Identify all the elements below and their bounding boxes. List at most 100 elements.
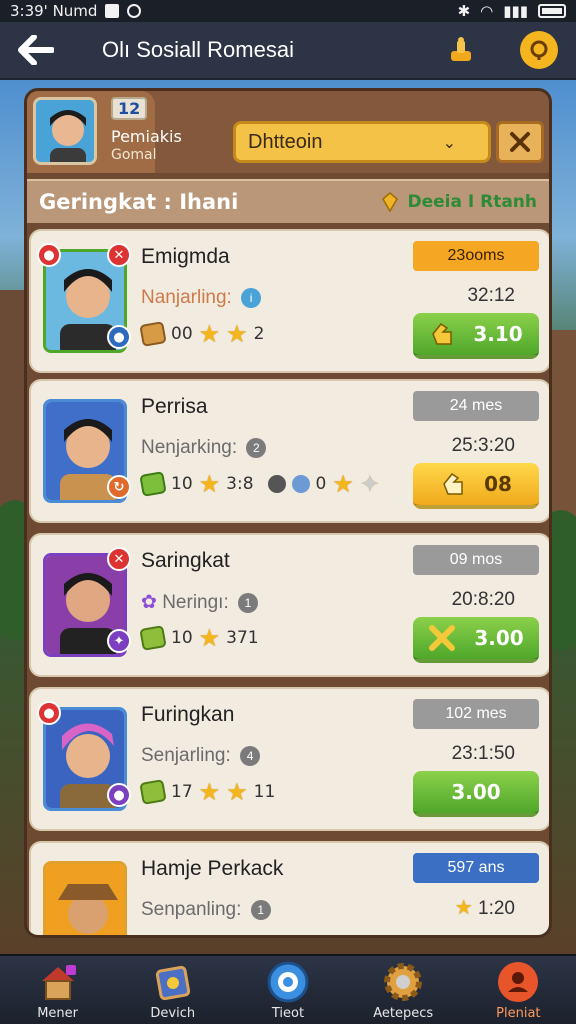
rank-label: Senjarling:: [141, 745, 231, 766]
top-bar: Olı Sosiall Romesai: [0, 22, 576, 80]
challenge-value: 3.10: [473, 322, 523, 346]
rank-number: 2: [246, 437, 267, 458]
player-timer: 20:8:20: [451, 589, 515, 610]
gem-icon: [382, 192, 399, 213]
close-icon: [510, 132, 530, 152]
player-stats: 17 ★ ★ 11: [139, 778, 275, 806]
profile-icon: [496, 960, 540, 1004]
player-rank: ✿ Neringı: 1: [141, 591, 259, 614]
silver-star-icon: ✦: [359, 470, 380, 498]
remove-icon[interactable]: ✕: [107, 547, 131, 571]
star-icon: ★: [198, 778, 221, 806]
blue-orb-icon: [291, 475, 310, 493]
dark-orb-icon: [267, 475, 286, 493]
cross-swords-icon: [429, 625, 456, 651]
player-rank: Nanjarling: i: [141, 287, 262, 309]
coin-icon: [139, 625, 167, 651]
flower-icon: ✿: [141, 592, 157, 613]
rank-icon: ●: [107, 325, 131, 349]
chevron-down-icon: ⌄: [442, 132, 456, 152]
leaderboard-panel: 12 Pemiakis Gomal Dhtteoin ⌄ Geringkat :…: [24, 88, 552, 938]
player-card[interactable]: ↻ Perrisa Nenjarking: 2 10 ★ 3:8 0 ★ ✦ 2…: [29, 379, 549, 523]
challenge-button[interactable]: 3.00: [413, 771, 539, 817]
clover-icon: [139, 471, 167, 497]
gear-icon: [381, 960, 425, 1004]
back-arrow-icon: [18, 35, 54, 65]
nav-item-map[interactable]: Devich: [123, 960, 223, 1021]
home-icon: [36, 960, 80, 1004]
nav-label: Mener: [37, 1005, 78, 1021]
nav-item-profile[interactable]: Pleniat: [468, 960, 568, 1021]
time-badge: 09 mos: [413, 545, 539, 575]
time-badge: 102 mes: [413, 699, 539, 729]
player-card[interactable]: ✕ ✦ Saringkat ✿ Neringı: 1 10 ★ 371 09 m…: [29, 533, 549, 677]
chat-button[interactable]: [520, 31, 558, 69]
player-card[interactable]: Hamje Perkack Senpanling: 1 597 ans ★ 1:…: [29, 841, 549, 935]
my-level-badge: 12: [111, 97, 148, 120]
challenge-button[interactable]: 3.00: [413, 617, 539, 663]
nav-item-target[interactable]: Tieot: [238, 960, 338, 1021]
my-avatar[interactable]: [33, 97, 97, 165]
target-icon: [266, 960, 310, 1004]
section-title: Geringkat : Ihani: [39, 190, 239, 214]
player-rank: Nenjarking: 2: [141, 437, 267, 459]
filter-value: Dhtteoin: [248, 130, 323, 153]
challenge-button[interactable]: 3.10: [413, 313, 539, 359]
coin-value: 10: [171, 628, 193, 648]
signal-icon: ▮▮▮: [503, 2, 528, 20]
challenge-value: 08: [484, 472, 512, 496]
rank-number: 1: [238, 592, 259, 613]
player-stats: 00 ★ ★ 2: [139, 320, 265, 348]
star-icon: ★: [226, 320, 248, 348]
player-name: Saringkat: [141, 549, 230, 572]
player-stats: 10 ★ 3:8 0 ★ ✦: [139, 470, 380, 498]
star-icon: ★: [198, 470, 221, 498]
coin-icon: [139, 779, 167, 805]
player-stats: 10 ★ 371: [139, 625, 259, 651]
info-icon: i: [241, 287, 262, 308]
nav-item-settings[interactable]: Aetepecs: [353, 960, 453, 1021]
rank-number: 4: [240, 745, 261, 766]
close-button[interactable]: [496, 121, 544, 163]
trophy-button[interactable]: [442, 31, 480, 69]
star-icon: ★: [454, 897, 473, 919]
nav-label: Pleniat: [496, 1005, 541, 1021]
trophy-icon: [451, 37, 471, 61]
star-value: 3:8: [226, 474, 254, 494]
rank-label: Nenjarking:: [141, 437, 238, 458]
avatar-portrait: [46, 864, 124, 935]
back-button[interactable]: [14, 28, 58, 72]
star-icon: ★: [332, 470, 354, 498]
player-timer: 32:12: [467, 285, 515, 306]
sync-icon: [127, 4, 142, 18]
player-card[interactable]: ● ✕ ● Emigmda Nanjarling: i 00 ★ ★ 2 23o…: [29, 229, 549, 373]
section-right[interactable]: Deeia I Rtanh: [379, 191, 537, 213]
player-rank: Senpanling: 1: [141, 899, 271, 921]
nav-label: Tieot: [271, 1005, 305, 1021]
rank-label: Senpanling:: [141, 899, 242, 920]
bluetooth-icon: ✱: [457, 2, 471, 20]
rank-icon: ↻: [107, 475, 131, 499]
star-value: 2: [253, 324, 265, 344]
filter-dropdown[interactable]: Dhtteoin ⌄: [233, 121, 491, 163]
panel-header: 12 Pemiakis Gomal Dhtteoin ⌄: [27, 91, 549, 173]
time-badge: 597 ans: [413, 853, 539, 883]
battery-icon: [538, 4, 566, 18]
challenge-value: 3.00: [451, 780, 501, 804]
rank-number: 1: [250, 899, 271, 920]
player-timer: 25:3:20: [451, 435, 515, 456]
coin-value: 17: [171, 782, 193, 802]
nav-item-home[interactable]: Mener: [8, 960, 108, 1021]
coin-value: 00: [171, 324, 193, 344]
status-icon: ●: [37, 701, 61, 725]
challenge-button[interactable]: 08: [413, 463, 539, 509]
section-right-label: Deeia I Rtanh: [407, 192, 537, 212]
chat-icon: [530, 40, 548, 60]
coin-icon: [139, 321, 167, 347]
status-icon: ●: [37, 243, 61, 267]
remove-icon[interactable]: ✕: [107, 243, 131, 267]
bottom-nav: Mener Devich Tieot Aetepecs Pleniat: [0, 954, 576, 1024]
avatar-portrait: [36, 100, 94, 162]
player-name: Furingkan: [141, 703, 235, 726]
player-card[interactable]: ● ● Furingkan Senjarling: 4 17 ★ ★ 11 10…: [29, 687, 549, 831]
